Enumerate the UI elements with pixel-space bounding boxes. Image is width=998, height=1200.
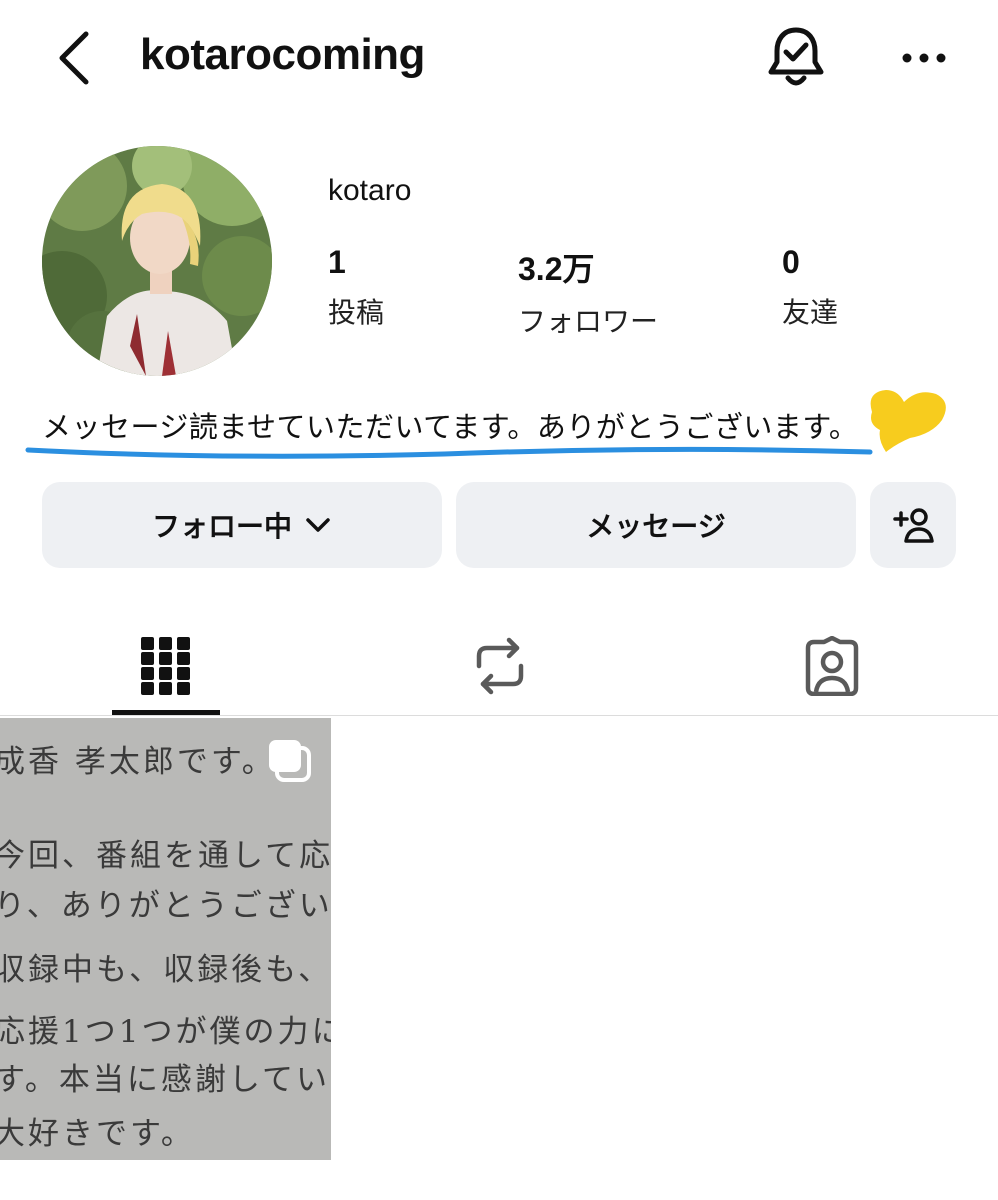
back-button[interactable] [48,22,104,94]
following-label: フォロー中 [151,510,292,543]
more-options-button[interactable] [892,36,956,80]
posts-stat[interactable]: 1 投稿 [328,244,384,331]
tabs-divider [0,715,998,716]
multiple-images-icon [269,740,311,782]
chevron-left-icon [59,31,89,85]
post-thumbnail[interactable]: 成香 孝太郎です。 今回、番組を通して応援し り、ありがとうございました。 収録… [0,718,331,1160]
post-line: り、ありがとうございました。 [0,888,331,924]
post-line: 応援1つ1つが僕の力になって [0,1014,331,1050]
display-name: kotaro [328,174,412,207]
more-horizontal-icon [902,53,946,63]
post-line: す。本当に感謝しています。 [0,1062,331,1098]
posts-label: 投稿 [328,296,385,329]
tab-tagged[interactable] [776,616,888,716]
bell-check-icon [768,27,824,86]
profile-username-title: kotarocoming [140,30,425,79]
profile-avatar[interactable] [42,146,272,376]
add-person-icon [893,508,934,543]
add-person-button[interactable] [870,482,956,568]
tab-grid[interactable] [112,616,220,716]
posts-count: 1 [328,244,346,280]
notification-button[interactable] [764,22,828,94]
friends-label: 友達 [782,296,839,329]
tagged-person-icon [805,636,859,696]
blue-underline-annotation [25,446,873,459]
tab-reposts[interactable] [446,616,554,716]
followers-count: 3.2万 [518,251,595,287]
post-line: 大好きです。 [0,1116,195,1152]
following-button[interactable]: フォロー中 [42,482,442,568]
chevron-down-icon [306,518,330,532]
friends-count: 0 [782,244,800,280]
followers-stat[interactable]: 3.2万 フォロワー [518,244,658,340]
message-button[interactable]: メッセージ [456,482,856,568]
message-label: メッセージ [586,510,726,543]
profile-photo [42,146,272,376]
followers-label: フォロワー [518,305,659,338]
grid-icon [141,637,190,695]
post-line: 今回、番組を通して応援し [0,838,331,874]
post-line: 収録中も、収録後も、いつも [0,952,331,988]
yellow-heart-annotation [870,390,946,452]
friends-stat[interactable]: 0 友達 [782,244,838,331]
post-line: 成香 孝太郎です。 [0,744,276,780]
repost-icon [476,637,524,695]
